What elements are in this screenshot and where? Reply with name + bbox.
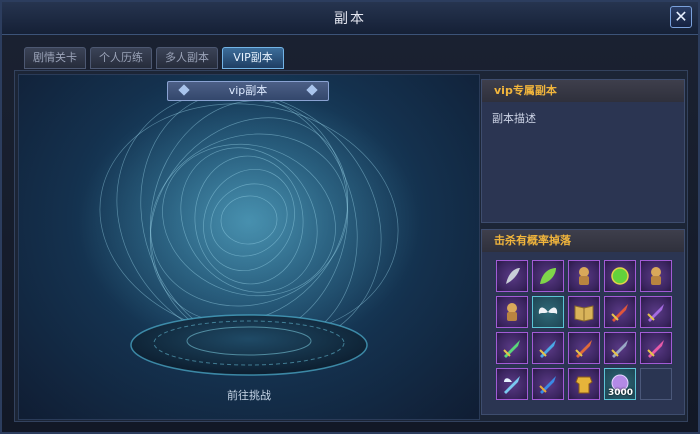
tab-personal-training[interactable]: 个人历练 bbox=[90, 47, 152, 69]
info-panel-title: vip专属副本 bbox=[482, 80, 684, 102]
sword-icon bbox=[539, 340, 556, 358]
sword-icon bbox=[647, 340, 664, 358]
green-orb-icon bbox=[611, 267, 629, 285]
dungeon-description: 副本描述 bbox=[492, 112, 536, 125]
portal-swirl-art bbox=[79, 91, 419, 376]
drop-item-slot[interactable] bbox=[604, 260, 636, 292]
leaf-icon bbox=[540, 268, 556, 284]
sword-icon bbox=[647, 304, 664, 322]
idol-icon bbox=[651, 267, 661, 285]
drop-item-slot[interactable] bbox=[496, 260, 528, 292]
dungeon-info-panel: vip专属副本 副本描述 bbox=[481, 79, 685, 223]
drop-item-slot[interactable] bbox=[568, 332, 600, 364]
content-area: vip副本 前往挑战 vip专属副本 副本描述 击杀有概率掉落 3000 bbox=[14, 70, 688, 422]
empty-item-slot[interactable] bbox=[640, 368, 672, 400]
drop-item-slot[interactable] bbox=[604, 332, 636, 364]
drops-panel-title: 击杀有概率掉落 bbox=[482, 230, 684, 252]
banner-label: vip副本 bbox=[228, 84, 268, 97]
winged-sword-icon bbox=[504, 376, 520, 394]
feather-icon bbox=[506, 268, 520, 284]
close-icon: ✕ bbox=[674, 7, 688, 26]
drop-item-slot[interactable] bbox=[568, 368, 600, 400]
sword-icon bbox=[539, 376, 556, 394]
diamond-ornament-icon bbox=[306, 84, 318, 96]
drops-panel: 击杀有概率掉落 3000 bbox=[481, 229, 685, 415]
dungeon-window: 副本 ✕ 剧情关卡 个人历练 多人副本 VIP副本 vip副本 前往挑战 vip… bbox=[0, 0, 700, 434]
armor-icon bbox=[575, 376, 593, 394]
drop-item-slot[interactable] bbox=[496, 332, 528, 364]
drop-item-slot[interactable] bbox=[568, 296, 600, 328]
wings-icon bbox=[538, 307, 558, 314]
sword-icon bbox=[611, 340, 628, 358]
drop-item-slot[interactable] bbox=[532, 260, 564, 292]
book-icon bbox=[574, 305, 594, 322]
tab-multiplayer-dungeon[interactable]: 多人副本 bbox=[156, 47, 218, 69]
diamond-ornament-icon bbox=[178, 84, 190, 96]
drop-item-slot[interactable] bbox=[640, 296, 672, 328]
drop-item-slot[interactable] bbox=[496, 368, 528, 400]
drop-item-slot[interactable] bbox=[640, 332, 672, 364]
drop-item-slot[interactable] bbox=[568, 260, 600, 292]
idol-icon bbox=[507, 303, 517, 321]
sword-icon bbox=[503, 340, 520, 358]
tab-vip-dungeon[interactable]: VIP副本 bbox=[222, 47, 284, 69]
title-bar: 副本 ✕ bbox=[2, 2, 698, 35]
close-button[interactable]: ✕ bbox=[670, 6, 692, 28]
drop-item-slot[interactable] bbox=[496, 296, 528, 328]
item-count: 3000 bbox=[607, 388, 633, 398]
drop-item-slot[interactable] bbox=[532, 296, 564, 328]
sword-icon bbox=[575, 340, 592, 358]
idol-icon bbox=[579, 267, 589, 285]
window-title: 副本 bbox=[334, 11, 366, 27]
drop-item-slot[interactable] bbox=[532, 368, 564, 400]
drop-item-slot[interactable] bbox=[532, 332, 564, 364]
challenge-button[interactable]: 前往挑战 bbox=[19, 387, 479, 403]
sword-icon bbox=[611, 304, 628, 322]
drop-item-slot[interactable] bbox=[604, 296, 636, 328]
dungeon-scene: vip副本 前往挑战 bbox=[18, 74, 480, 420]
scene-banner: vip副本 bbox=[167, 81, 329, 101]
drop-item-slot[interactable]: 3000 bbox=[604, 368, 636, 400]
tab-story-stages[interactable]: 剧情关卡 bbox=[24, 47, 86, 69]
drop-item-slot[interactable] bbox=[640, 260, 672, 292]
